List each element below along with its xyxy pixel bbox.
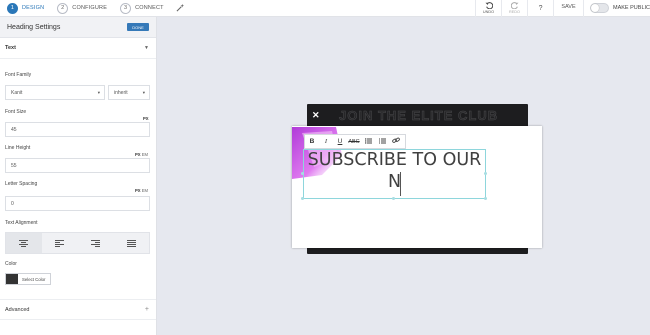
- chevron-down-icon: ▾: [97, 89, 100, 95]
- bold-button[interactable]: B: [305, 138, 319, 145]
- letter-spacing-unit[interactable]: PX EM: [135, 188, 148, 193]
- panel-title: Heading Settings: [7, 23, 61, 31]
- close-icon[interactable]: ✕: [312, 110, 320, 121]
- redo-label: REDO: [509, 9, 520, 14]
- caret-down-icon: ▼: [144, 45, 149, 51]
- save-button[interactable]: SAVE: [553, 0, 583, 17]
- font-size-unit[interactable]: PX: [143, 116, 149, 121]
- letter-spacing-label: Letter Spacing: [5, 181, 38, 187]
- magic-wand-icon[interactable]: [176, 3, 185, 14]
- resize-handle[interactable]: [301, 172, 304, 175]
- text-cursor: [400, 172, 401, 196]
- step-number: 1: [7, 2, 18, 14]
- color-label: Color: [5, 261, 17, 267]
- bullet-list-icon[interactable]: [361, 137, 375, 146]
- resize-handle[interactable]: [392, 197, 395, 200]
- section-title: Text: [5, 45, 16, 51]
- align-justify-icon: [126, 239, 136, 247]
- heading-line-2: N: [387, 172, 402, 192]
- link-icon[interactable]: [389, 137, 403, 146]
- line-height-unit[interactable]: PX EM: [135, 152, 148, 157]
- italic-button[interactable]: I: [319, 138, 333, 145]
- background-title: JOIN THE ELITE CLUB: [339, 108, 499, 124]
- align-right-icon: [90, 239, 100, 247]
- numbered-list-icon[interactable]: [375, 138, 389, 146]
- top-bar: 1 DESIGN 2 CONFIGURE 3 CONNECT UNDO REDO…: [0, 0, 650, 17]
- line-height-label: Line Height: [5, 145, 31, 151]
- align-center-button[interactable]: [6, 233, 42, 253]
- advanced-section-header[interactable]: Advanced +: [0, 299, 156, 320]
- resize-handle[interactable]: [484, 197, 487, 200]
- font-family-label: Font Family: [5, 72, 32, 78]
- make-public-toggle[interactable]: [590, 3, 610, 13]
- underline-button[interactable]: U: [333, 138, 347, 145]
- heading-line-1: SUBSCRIBE TO OUR: [307, 150, 482, 170]
- align-right-button[interactable]: [78, 233, 114, 253]
- text-section-header[interactable]: Text ▼: [0, 38, 156, 59]
- font-family-select[interactable]: Kanit ▾: [5, 85, 105, 100]
- chevron-down-icon: ▾: [142, 89, 145, 95]
- make-public-label: MAKE PUBLIC: [613, 5, 650, 11]
- align-left-button[interactable]: [42, 233, 78, 253]
- select-color-label: Select Color: [22, 276, 46, 282]
- color-picker-button[interactable]: Select Color: [5, 273, 51, 285]
- align-left-icon: [55, 239, 65, 247]
- step-label: CONFIGURE: [72, 5, 108, 11]
- step-label: CONNECT: [135, 5, 164, 11]
- undo-label: UNDO: [482, 9, 495, 14]
- help-button[interactable]: ?: [527, 0, 553, 17]
- advanced-label: Advanced: [5, 306, 30, 313]
- line-height-input[interactable]: 55: [5, 158, 150, 173]
- done-button[interactable]: DONE: [127, 23, 149, 31]
- letter-spacing-input[interactable]: 0: [5, 196, 150, 211]
- toggle-knob: [591, 4, 600, 12]
- heading-text[interactable]: SUBSCRIBE TO OUR N: [303, 149, 486, 193]
- help-icon: ?: [538, 4, 543, 12]
- undo-button[interactable]: UNDO: [475, 0, 501, 17]
- make-public-control[interactable]: MAKE PUBLIC: [583, 0, 650, 17]
- step-connect[interactable]: 3 CONNECT: [120, 2, 164, 14]
- text-format-toolbar: B I U ABC: [304, 134, 406, 149]
- panel-header: Heading Settings DONE: [0, 17, 156, 38]
- step-number: 3: [120, 2, 132, 14]
- align-center-icon: [19, 239, 29, 247]
- resize-handle[interactable]: [484, 172, 487, 175]
- step-label: DESIGN: [22, 5, 45, 11]
- step-number: 2: [57, 2, 69, 14]
- strikethrough-button[interactable]: ABC: [347, 139, 361, 145]
- color-swatch: [6, 274, 18, 284]
- resize-handle[interactable]: [301, 197, 304, 200]
- font-weight-select[interactable]: inherit ▾: [108, 85, 150, 100]
- plus-icon: +: [144, 306, 149, 313]
- font-size-input[interactable]: 45: [5, 122, 150, 137]
- step-design[interactable]: 1 DESIGN: [7, 2, 45, 14]
- font-weight-value: inherit: [114, 89, 128, 96]
- settings-panel: Heading Settings DONE Text ▼ Font Family…: [0, 17, 157, 335]
- redo-button[interactable]: REDO: [501, 0, 527, 17]
- text-alignment-label: Text Alignment: [5, 220, 38, 226]
- step-configure[interactable]: 2 CONFIGURE: [57, 2, 108, 14]
- text-alignment-group: [5, 232, 150, 254]
- align-justify-button[interactable]: [113, 233, 149, 253]
- font-size-label: Font Size: [5, 109, 27, 115]
- save-label: SAVE: [561, 4, 576, 11]
- font-family-value: Kanit: [11, 89, 23, 96]
